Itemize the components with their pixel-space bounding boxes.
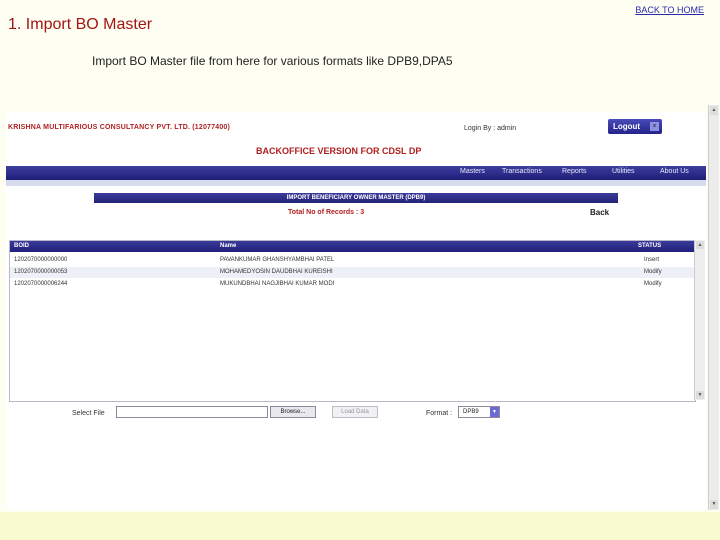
grid-header: BOID Name STATUS bbox=[10, 241, 695, 252]
column-header-status[interactable]: STATUS bbox=[638, 243, 661, 249]
select-file-label: Select File bbox=[72, 410, 105, 417]
table-row[interactable]: 1202070000006244 MUKUNDBHAI NAGJIBHAI KU… bbox=[10, 279, 695, 290]
cell-boid: 1202070000000000 bbox=[14, 257, 68, 263]
app-header: KRISHNA MULTIFARIOUS CONSULTANCY PVT. LT… bbox=[6, 112, 706, 166]
records-grid: BOID Name STATUS 1202070000000000 PAVANK… bbox=[9, 240, 696, 402]
nav-item-transactions[interactable]: Transactions bbox=[502, 168, 542, 175]
logout-label: Logout bbox=[613, 122, 641, 131]
column-header-name[interactable]: Name bbox=[220, 243, 236, 249]
nav-item-about-us[interactable]: About Us bbox=[660, 168, 689, 175]
cell-boid: 1202070000000053 bbox=[14, 269, 68, 275]
logout-icon: x bbox=[650, 122, 659, 131]
company-name: KRISHNA MULTIFARIOUS CONSULTANCY PVT. LT… bbox=[8, 124, 231, 131]
slide-title: 1. Import BO Master bbox=[8, 16, 153, 33]
total-records: Total No of Records : 3 bbox=[288, 209, 365, 216]
nav-sub-stripe bbox=[6, 180, 706, 186]
table-row[interactable]: 1202070000000000 PAVANKUMAR GHANSHYAMBHA… bbox=[10, 255, 695, 266]
scroll-up-icon[interactable]: ▲ bbox=[710, 106, 718, 115]
cell-name: MUKUNDBHAI NAGJIBHAI KUMAR MODI bbox=[220, 281, 335, 287]
scroll-up-icon[interactable]: ▲ bbox=[696, 241, 704, 249]
window-scrollbar[interactable]: ▲ ▼ bbox=[708, 105, 719, 510]
nav-item-masters[interactable]: Masters bbox=[460, 168, 485, 175]
browse-button[interactable]: Browse... bbox=[270, 406, 316, 418]
scroll-down-icon[interactable]: ▼ bbox=[696, 391, 704, 399]
format-label: Format : bbox=[426, 410, 453, 417]
table-row[interactable]: 1202070000000053 MOHAMEDYOSIN DAUDBHAI K… bbox=[10, 267, 695, 278]
back-to-home-link[interactable]: BACK TO HOME bbox=[635, 5, 704, 15]
main-nav: Masters Transactions Reports Utilities A… bbox=[6, 166, 706, 180]
app-heading: BACKOFFICE VERSION FOR CDSL DP bbox=[256, 146, 422, 156]
cell-status: Modify bbox=[644, 281, 662, 287]
back-button[interactable]: Back bbox=[590, 208, 609, 217]
format-select[interactable]: DPB9 ▼ bbox=[458, 406, 500, 418]
file-path-input[interactable] bbox=[116, 406, 268, 418]
cell-boid: 1202070000006244 bbox=[14, 281, 68, 287]
login-info: Login By : admin bbox=[464, 125, 517, 132]
slide-footer-band bbox=[0, 512, 720, 540]
chevron-down-icon[interactable]: ▼ bbox=[490, 407, 499, 417]
cell-status: Insert bbox=[644, 257, 660, 263]
cell-status: Modify bbox=[644, 269, 662, 275]
cell-name: MOHAMEDYOSIN DAUDBHAI KUREISHI bbox=[220, 269, 333, 275]
nav-item-utilities[interactable]: Utilities bbox=[612, 168, 635, 175]
nav-item-reports[interactable]: Reports bbox=[562, 168, 587, 175]
scroll-down-icon[interactable]: ▼ bbox=[710, 500, 718, 509]
logout-button[interactable]: Logout x bbox=[608, 119, 662, 134]
app-screenshot: KRISHNA MULTIFARIOUS CONSULTANCY PVT. LT… bbox=[6, 112, 706, 510]
column-header-boid[interactable]: BOID bbox=[14, 243, 29, 249]
import-title-bar: IMPORT BENEFICIARY OWNER MASTER (DPB9) bbox=[94, 193, 618, 203]
format-value: DPB9 bbox=[463, 409, 479, 415]
load-data-button[interactable]: Load Data bbox=[332, 406, 378, 418]
slide-subtitle: Import BO Master file from here for vari… bbox=[92, 54, 453, 68]
cell-name: PAVANKUMAR GHANSHYAMBHAI PATEL bbox=[220, 257, 335, 263]
grid-scrollbar[interactable]: ▲ ▼ bbox=[694, 240, 705, 400]
